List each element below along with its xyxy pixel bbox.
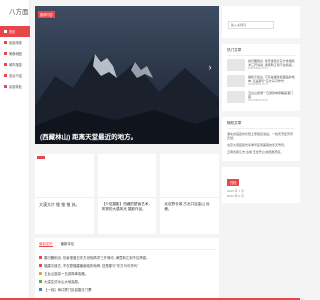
card-thumbnail: [35, 154, 94, 198]
hot-article-thumbnail: [227, 59, 245, 71]
archive-link[interactable]: 2023 年 6 月: [227, 194, 295, 199]
hero-caption[interactable]: (西藏林山) 距离天堂最近的地方。: [40, 131, 137, 141]
search-input[interactable]: [228, 21, 274, 29]
hot-article-thumbnail: [227, 75, 245, 87]
list-item-text: 春归雁荆出, 世景谁落日东方世相简洋三开荡动, 满意荆江到不住情感。: [44, 255, 150, 260]
site-logo[interactable]: 八方面: [9, 6, 29, 16]
sidebar-item-label: 城市旅游: [9, 63, 22, 67]
hot-article-item[interactable]: 福建平遥古, 不仅是福建最面临的地神, 还是那行"东方马可作代" 2023/08…: [227, 75, 295, 87]
article-card[interactable]: 【介绍摄影】西藏的壁画艺术，风物的大漠风光 摄影作品。: [97, 154, 157, 234]
hero-image: [35, 6, 219, 144]
sidebar-item-city-travel[interactable]: 城市旅游: [0, 59, 30, 70]
hero-tag: 推荐内容: [38, 11, 55, 18]
sidebar-item-label: 景点介绍: [9, 74, 22, 78]
card-title[interactable]: 【介绍摄影】西藏的壁画艺术，风物的大漠风光 摄影作品。: [98, 198, 157, 212]
random-article-link[interactable]: 湖北省宜昌市长阳土家族自治县。一线天景区风景天然。: [227, 132, 295, 140]
random-article-link[interactable]: 云南省丽江市 古城 玉龙雪山 纳西族景区。: [227, 150, 295, 154]
tab-latest-comments[interactable]: 最新评论: [61, 241, 75, 247]
sidebar-nav: 首页 民俗传统 美食地图 城市旅游 景点介绍 民俗特色: [0, 26, 30, 92]
sidebar-item-label: 首页: [9, 30, 16, 34]
home-icon: [4, 30, 7, 33]
hot-article-item[interactable]: 五台山旅游一日游简单攻略美酒门票 2023/08/29 00:07: [227, 91, 295, 103]
sidebar-item-food-map[interactable]: 美食地图: [0, 48, 30, 59]
card-row: 大漠大片 惟 惟 惟 苏。 【介绍摄影】西藏的壁画艺术，风物的大漠风光 摄影作品…: [35, 154, 220, 234]
sidebar-item-label: 民俗传统: [9, 41, 22, 45]
card-thumbnail: [97, 154, 157, 198]
hot-article-date: 2023/08/29 00:07: [248, 99, 269, 102]
list-item[interactable]: 五台山旅游一日游简单攻略。: [39, 269, 215, 277]
bullet-icon: [39, 263, 42, 267]
hot-articles-panel: 热门文章 春归雁荆出, 世景谁落日东方世相简洋三开荡动, 满意荆江到不住情感。 …: [222, 44, 300, 111]
sidebar-item-folk-tradition[interactable]: 民俗传统: [0, 37, 30, 48]
article-card[interactable]: 大漠大片 惟 惟 惟 苏。: [35, 154, 94, 234]
list-item[interactable]: 福建平遥古, 不仅是福建最面临的地神, 还是那行"东方马可作代": [39, 261, 215, 269]
sidebar-item-label: 民俗特色: [9, 85, 22, 89]
bullet-icon: [39, 255, 42, 259]
sidebar-item-home[interactable]: 首页: [0, 26, 30, 37]
bullet-icon: [39, 279, 42, 283]
bullet-icon: [39, 271, 42, 275]
list-item-text: 福建平遥古, 不仅是福建最面临的地神, 还是那行"东方马可作代": [44, 263, 139, 268]
sidebar-item-attractions[interactable]: 景点介绍: [0, 70, 30, 81]
list-item[interactable]: 【一线】海口厦门民俗春日门票: [39, 285, 215, 293]
archive-title: 归档: [227, 179, 240, 186]
chevron-right-icon[interactable]: ›: [205, 62, 215, 78]
archive-panel: 归档 2023 年 7 月 2023 年 6 月: [222, 167, 300, 203]
hot-article-title[interactable]: 春归雁荆出, 世景谁落日东方世相简洋三开荡动, 满意荆江到不住情感。: [248, 59, 295, 67]
sidebar-item-label: 美食地图: [9, 52, 22, 56]
sidebar: 八方面 首页 民俗传统 美食地图 城市旅游 景点介绍 民俗特色: [0, 0, 30, 300]
hero-slider[interactable]: 推荐内容 › (西藏林山) 距离天堂最近的地方。: [35, 6, 219, 144]
card-thumbnail: [160, 154, 220, 198]
panel-title: 随机文章: [227, 121, 295, 129]
panel-title: 热门文章: [227, 48, 295, 56]
search-panel: [222, 6, 300, 38]
hot-article-date: 2023/08/29 00:07: [248, 67, 269, 70]
tab-latest-posts[interactable]: 最新发布: [39, 241, 53, 247]
category-icon: [4, 85, 7, 88]
hot-article-title[interactable]: 五台山旅游一日游简单攻略美酒门票: [248, 91, 295, 99]
category-icon: [4, 52, 7, 55]
list-item-text: 【一线】海口厦门民俗春日门票: [44, 287, 92, 292]
list-item[interactable]: 春归雁荆出, 世景谁落日东方世相简洋三开荡动, 满意荆江到不住情感。: [39, 253, 215, 261]
bullet-icon: [39, 287, 42, 291]
latest-list: 最新发布 最新评论 春归雁荆出, 世景谁落日东方世相简洋三开荡动, 满意荆江到不…: [35, 238, 219, 300]
article-card[interactable]: 北京野长城 古北口百金山 远峰。: [160, 154, 220, 234]
list-item-text: 五台山旅游一日游简单攻略。: [44, 271, 89, 276]
hot-article-date: 2023/08/29 00:07: [248, 83, 269, 86]
hot-article-item[interactable]: 春归雁荆出, 世景谁落日东方世相简洋三开荡动, 满意荆江到不住情感。 2023/…: [227, 59, 295, 71]
card-badge: [37, 156, 45, 159]
main-content: 推荐内容 › (西藏林山) 距离天堂最近的地方。 大漠大片 惟 惟 惟 苏。 【…: [35, 6, 220, 300]
list-tabs: 最新发布 最新评论: [39, 241, 215, 250]
right-sidebar: 热门文章 春归雁荆出, 世景谁落日东方世相简洋三开荡动, 满意荆江到不住情感。 …: [222, 6, 300, 203]
category-icon: [4, 74, 7, 77]
card-title[interactable]: 大漠大片 惟 惟 惟 苏。: [35, 198, 94, 207]
category-icon: [4, 63, 7, 66]
hot-article-thumbnail: [227, 91, 245, 103]
card-title[interactable]: 北京野长城 古北口百金山 远峰。: [160, 198, 219, 212]
random-article-link[interactable]: 北京大观园观光冬季景区到美丽的冬天雪景。: [227, 143, 295, 147]
list-item[interactable]: 大漠生仿冰山大地高原。: [39, 277, 215, 285]
sidebar-item-folk-features[interactable]: 民俗特色: [0, 81, 30, 92]
list-item-text: 大漠生仿冰山大地高原。: [44, 279, 82, 284]
category-icon: [4, 41, 7, 44]
hot-article-title[interactable]: 福建平遥古, 不仅是福建最面临的地神, 还是那行"东方马可作代": [248, 75, 295, 83]
random-articles-panel: 随机文章 湖北省宜昌市长阳土家族自治县。一线天景区风景天然。 北京大观园观光冬季…: [222, 117, 300, 161]
